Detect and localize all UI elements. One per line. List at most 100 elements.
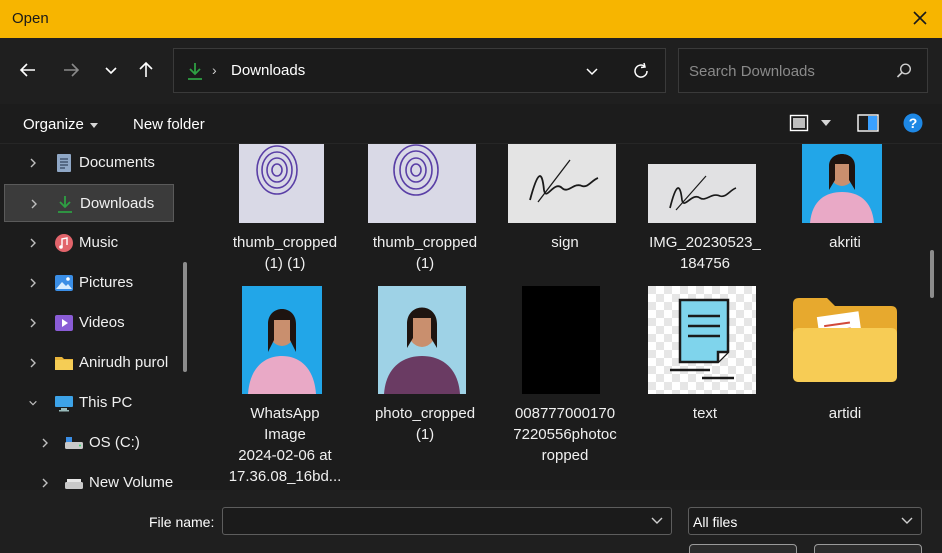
sidebar-item-anirudh-purol[interactable]: Anirudh purol	[4, 344, 174, 382]
chevron-right-icon[interactable]	[28, 317, 38, 329]
sidebar-item-label: Pictures	[79, 274, 134, 291]
file-item[interactable]: WhatsApp Image 2024-02-06 at 17.36.08_16…	[215, 284, 355, 490]
chevron-down-icon[interactable]	[584, 63, 600, 79]
file-name-line: 184756	[679, 255, 731, 272]
documents-icon	[57, 154, 71, 172]
file-item[interactable]: text	[635, 284, 775, 490]
chevron-right-icon[interactable]	[28, 157, 38, 169]
folder-icon	[793, 298, 897, 382]
music-icon	[55, 234, 73, 252]
breadcrumb-downloads[interactable]: Downloads	[231, 62, 305, 79]
organize-button[interactable]: Organize	[23, 116, 98, 133]
sidebar-item-label: New Volume	[89, 474, 174, 490]
sidebar-item-new-volume[interactable]: New Volume	[4, 464, 174, 490]
file-item[interactable]: thumb_cropped (1) (1)	[215, 144, 355, 284]
file-name-line: (1) (1)	[264, 255, 306, 272]
sidebar-item-label: Downloads	[80, 195, 155, 212]
file-list-scrollbar[interactable]	[930, 250, 934, 298]
fingerprint-thumbnail	[368, 144, 476, 223]
command-bar: Organize New folder ?	[0, 104, 942, 144]
close-icon[interactable]	[910, 8, 930, 28]
sidebar-item-music[interactable]: Music	[4, 224, 174, 262]
recent-locations-button[interactable]	[97, 56, 125, 84]
sidebar-item-label: Videos	[79, 314, 125, 331]
preview-pane-icon[interactable]	[857, 114, 879, 132]
window-title: Open	[12, 10, 49, 27]
file-name-line: 7220556photoc	[513, 426, 617, 443]
address-bar[interactable]: › Downloads	[173, 48, 666, 93]
new-folder-button[interactable]: New folder	[133, 116, 205, 133]
arrow-left-icon	[19, 63, 35, 77]
pictures-icon	[55, 275, 73, 291]
arrow-up-icon	[139, 61, 153, 77]
downloads-icon	[58, 196, 72, 213]
file-name-line: ropped	[541, 447, 589, 464]
drive-icon	[65, 479, 83, 489]
sidebar-item-os-c[interactable]: OS (C:)	[4, 424, 174, 462]
sidebar-scrollbar[interactable]	[183, 262, 187, 372]
chevron-right-icon[interactable]	[29, 198, 39, 210]
signature-thumbnail	[508, 144, 616, 223]
up-button[interactable]	[132, 56, 160, 84]
help-icon[interactable]: ?	[903, 113, 923, 133]
chevron-down-icon	[105, 67, 117, 75]
file-name-line: thumb_cropped	[232, 234, 338, 251]
file-name-input[interactable]	[229, 513, 649, 531]
organize-label: Organize	[23, 116, 84, 133]
search-box[interactable]	[678, 48, 928, 93]
search-input[interactable]	[689, 61, 889, 81]
file-item[interactable]: thumb_cropped (1)	[355, 144, 495, 284]
chevron-right-icon[interactable]	[28, 357, 38, 369]
chevron-down-icon[interactable]	[651, 517, 663, 525]
folder-icon	[55, 357, 73, 370]
chevron-right-icon[interactable]	[28, 237, 38, 249]
chevron-right-icon[interactable]	[40, 477, 50, 489]
text-file-icon	[648, 286, 756, 394]
open-button[interactable]	[689, 544, 797, 553]
chevron-down-icon[interactable]	[28, 397, 38, 409]
forward-button[interactable]	[57, 56, 85, 84]
file-item[interactable]: photo_cropped (1)	[355, 284, 495, 490]
breadcrumb-separator: ›	[212, 62, 217, 78]
cancel-button[interactable]	[814, 544, 922, 553]
back-button[interactable]	[14, 56, 42, 84]
caret-down-icon[interactable]	[821, 120, 831, 126]
file-item[interactable]: akriti	[775, 144, 915, 284]
sidebar-item-downloads[interactable]: Downloads	[4, 184, 174, 222]
chevron-right-icon[interactable]	[40, 437, 50, 449]
file-name-line: artidi	[828, 405, 862, 422]
refresh-icon[interactable]	[631, 61, 651, 81]
file-item[interactable]: artidi	[775, 284, 915, 490]
file-name-field[interactable]	[222, 507, 672, 535]
file-name-line: (1)	[415, 255, 435, 272]
file-item[interactable]: IMG_20230523_ 184756	[635, 144, 775, 284]
file-name-line: 2024-02-06 at	[238, 447, 332, 464]
videos-icon	[55, 315, 73, 331]
file-picker-footer: File name: All files	[0, 490, 942, 553]
sidebar-item-label: Documents	[79, 154, 155, 171]
file-item[interactable]: sign	[495, 144, 635, 284]
file-name-line: photo_cropped	[374, 405, 476, 422]
sidebar-item-videos[interactable]: Videos	[4, 304, 174, 342]
sidebar-item-pictures[interactable]: Pictures	[4, 264, 174, 302]
sidebar-item-label: OS (C:)	[89, 434, 140, 451]
file-name-line: sign	[551, 234, 579, 251]
chevron-down-icon	[901, 517, 913, 524]
image-thumbnail	[522, 286, 600, 394]
sidebar-item-this-pc[interactable]: This PC	[4, 384, 174, 422]
fingerprint-thumbnail	[239, 144, 324, 223]
chevron-right-icon[interactable]	[28, 277, 38, 289]
file-name-line: IMG_20230523_	[649, 234, 761, 251]
file-name-line: text	[692, 405, 718, 422]
caret-down-icon	[89, 122, 98, 128]
change-view-icon[interactable]	[789, 114, 809, 132]
sidebar-item-label: Music	[79, 234, 119, 251]
file-name-line: (1)	[415, 426, 435, 443]
new-folder-label: New folder	[133, 116, 205, 133]
search-icon	[896, 63, 912, 78]
sidebar-item-label: Anirudh purol	[79, 354, 169, 371]
file-item[interactable]: 008777000170 7220556photoc ropped	[495, 284, 635, 490]
file-type-select[interactable]: All files	[688, 507, 922, 535]
sidebar-item-documents[interactable]: Documents	[4, 144, 174, 182]
navigation-pane: Documents Downloads Music Pictures Video…	[0, 144, 198, 490]
